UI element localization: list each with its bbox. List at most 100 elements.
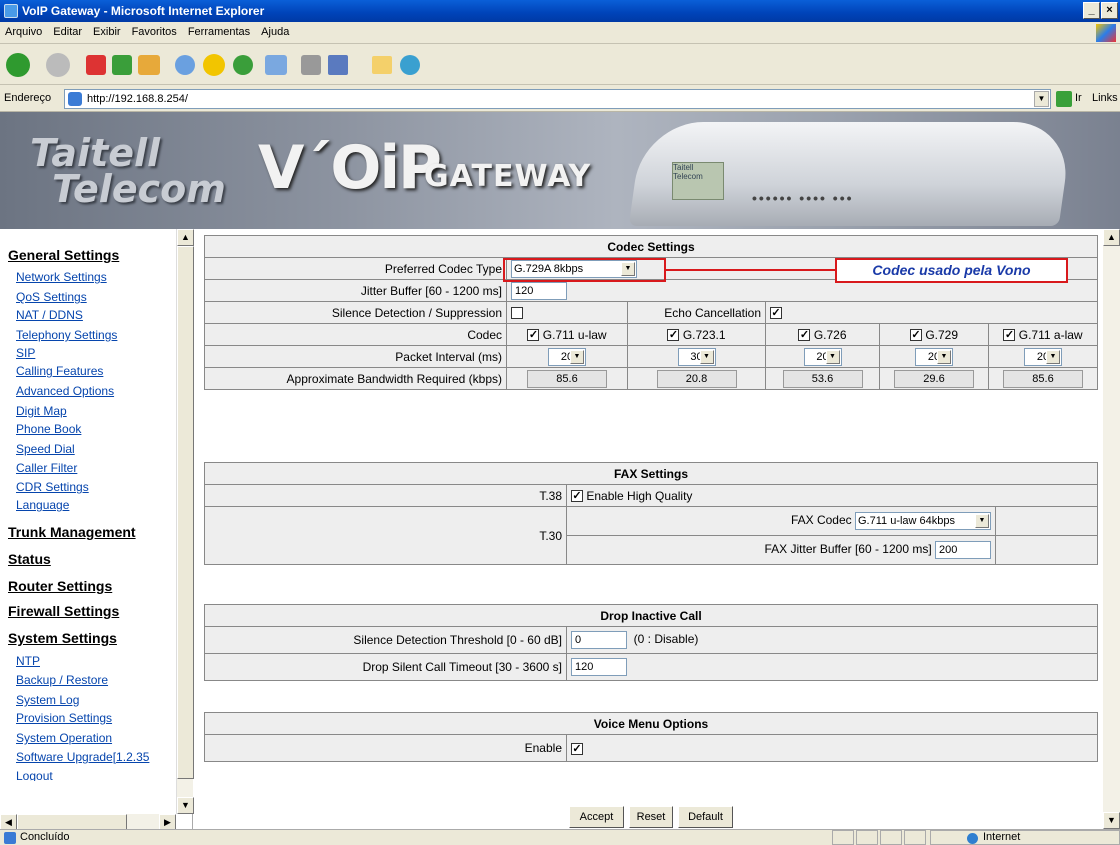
status-text: Concluído — [20, 831, 70, 843]
packet-interval-select-4[interactable]: 20 ▼ — [915, 347, 953, 366]
print-icon[interactable] — [301, 55, 321, 75]
sidebar-item-nat[interactable]: NAT / DDNS — [16, 308, 83, 322]
menu-favoritos[interactable]: Favoritos — [127, 22, 183, 38]
sidebar-item-network[interactable]: Network Settings — [16, 270, 107, 284]
sidebar-item-advanced[interactable]: Advanced Options — [16, 384, 114, 398]
close-button[interactable]: × — [1101, 2, 1118, 19]
sidebar-section-system[interactable]: System Settings — [8, 630, 117, 646]
page-icon — [68, 92, 82, 106]
mail-icon[interactable] — [265, 55, 287, 75]
sidebar-item-logout[interactable]: Logout — [16, 769, 53, 781]
codec-g729-label: G.729 — [925, 327, 959, 342]
reset-button[interactable]: Reset — [629, 806, 673, 828]
folder-icon[interactable] — [372, 56, 392, 74]
main-vertical-scrollbar[interactable]: ▲ ▼ — [1103, 229, 1120, 829]
home-icon[interactable] — [138, 55, 160, 75]
sidebar-item-telephony[interactable]: Telephony Settings — [16, 328, 117, 342]
fax-codec-select[interactable]: G.711 u-law 64kbps ▼ — [855, 512, 991, 530]
history-icon[interactable] — [233, 55, 253, 75]
menu-editar[interactable]: Editar — [48, 22, 88, 38]
voice-enable-checkbox[interactable]: ✓ — [571, 742, 583, 755]
timeout-input[interactable]: 120 — [571, 658, 627, 676]
scroll-down-icon[interactable]: ▼ — [1103, 812, 1120, 829]
drop-call-title: Drop Inactive Call — [204, 604, 1098, 627]
status-panel — [880, 830, 902, 845]
sidebar-item-provision[interactable]: Provision Settings — [16, 711, 112, 725]
chevron-down-icon: ▼ — [570, 349, 584, 364]
address-label: Endereço — [4, 92, 52, 104]
packet-interval-select-3[interactable]: 20 ▼ — [803, 347, 842, 366]
address-input[interactable]: http://192.168.8.254/ — [64, 89, 1051, 109]
scroll-down-icon[interactable]: ▼ — [177, 797, 194, 814]
bandwidth-value-4: 29.6 — [894, 369, 974, 388]
sidebar-item-speeddial[interactable]: Speed Dial — [16, 442, 75, 456]
stop-icon[interactable] — [86, 55, 106, 75]
codec-g711u-checkbox[interactable]: ✓ — [527, 329, 540, 342]
sidebar-item-backup[interactable]: Backup / Restore — [16, 673, 108, 687]
messenger-icon[interactable] — [400, 55, 420, 75]
sidebar-item-ntp[interactable]: NTP — [16, 654, 40, 668]
codec-g711a-label: G.711 a-law — [1018, 327, 1083, 342]
scroll-up-icon[interactable]: ▲ — [177, 229, 194, 246]
search-icon[interactable] — [175, 55, 195, 75]
codec-g711a-checkbox[interactable]: ✓ — [1003, 329, 1016, 342]
sidebar-item-sip[interactable]: SIP — [16, 346, 35, 360]
high-quality-checkbox[interactable]: ✓ — [571, 490, 583, 503]
high-quality-label: Enable High Quality — [586, 488, 693, 503]
accept-button[interactable]: Accept — [569, 806, 624, 828]
codec-g726-checkbox[interactable]: ✓ — [798, 329, 811, 342]
chevron-down-icon: ▼ — [1046, 349, 1060, 364]
fax-jitter-input[interactable]: 200 — [935, 541, 991, 559]
sidebar-vertical-scrollbar[interactable]: ▲ ▼ — [176, 229, 194, 814]
sidebar-item-upgrade[interactable]: Software Upgrade[1.2.35 — [16, 750, 176, 764]
packet-interval-select-1[interactable]: 20 ▼ — [548, 347, 586, 366]
packet-interval-label: Packet Interval (ms) — [204, 345, 507, 368]
sidebar-item-qos[interactable]: QoS Settings — [16, 290, 87, 304]
sidebar-item-cdr[interactable]: CDR Settings — [16, 480, 89, 494]
refresh-icon[interactable] — [112, 55, 132, 75]
sidebar-item-digitmap[interactable]: Digit Map — [16, 404, 67, 418]
links-button[interactable]: Links — [1092, 92, 1118, 104]
threshold-input[interactable]: 0 — [571, 631, 627, 649]
sidebar-item-calling[interactable]: Calling Features — [16, 364, 103, 378]
favorites-icon[interactable] — [203, 54, 225, 76]
back-icon[interactable] — [6, 53, 30, 77]
globe-icon — [967, 833, 978, 844]
go-icon[interactable] — [1056, 91, 1072, 107]
jitter-buffer-input[interactable]: 120 — [511, 281, 567, 300]
status-panel — [904, 830, 926, 845]
sidebar-section-trunk[interactable]: Trunk Management — [8, 524, 136, 540]
sidebar-item-syslog[interactable]: System Log — [16, 693, 79, 707]
menu-ferramentas[interactable]: Ferramentas — [183, 22, 256, 38]
codec-g729-checkbox[interactable]: ✓ — [909, 329, 922, 342]
sidebar-section-general[interactable]: General Settings — [8, 247, 119, 263]
packet-interval-select-5[interactable]: 20 ▼ — [1024, 347, 1062, 366]
go-button[interactable]: Ir — [1075, 92, 1082, 104]
chevron-down-icon: ▼ — [975, 514, 989, 528]
status-panel — [832, 830, 854, 845]
packet-interval-select-2[interactable]: 30 ▼ — [677, 347, 716, 366]
forward-icon[interactable] — [46, 53, 70, 77]
sidebar-item-phonebook[interactable]: Phone Book — [16, 422, 81, 436]
minimize-button[interactable]: _ — [1083, 2, 1100, 19]
default-button[interactable]: Default — [678, 806, 733, 828]
menu-exibir[interactable]: Exibir — [88, 22, 127, 38]
scroll-up-icon[interactable]: ▲ — [1103, 229, 1120, 246]
codec-g7231-checkbox[interactable]: ✓ — [667, 329, 680, 342]
address-dropdown[interactable]: ▼ — [1034, 91, 1049, 107]
sidebar-item-language[interactable]: Language — [16, 498, 69, 512]
windows-logo-icon — [1096, 24, 1116, 42]
echo-cancellation-checkbox[interactable]: ✓ — [770, 307, 782, 320]
address-bar: Endereço http://192.168.8.254/ ▼ Ir Link… — [0, 86, 1120, 112]
sidebar-section-firewall[interactable]: Firewall Settings — [8, 603, 119, 619]
edit-icon[interactable] — [328, 55, 348, 75]
sidebar-item-callerfilter[interactable]: Caller Filter — [16, 461, 77, 475]
sidebar-scroll-thumb[interactable] — [177, 246, 194, 779]
menu-arquivo[interactable]: Arquivo — [0, 22, 48, 38]
sidebar-section-status[interactable]: Status — [8, 551, 51, 567]
menu-ajuda[interactable]: Ajuda — [256, 22, 295, 38]
silence-detection-checkbox[interactable] — [511, 307, 523, 320]
echo-cancellation-label: Echo Cancellation — [627, 301, 766, 324]
sidebar-section-router[interactable]: Router Settings — [8, 578, 112, 594]
sidebar-item-sysop[interactable]: System Operation — [16, 731, 112, 745]
